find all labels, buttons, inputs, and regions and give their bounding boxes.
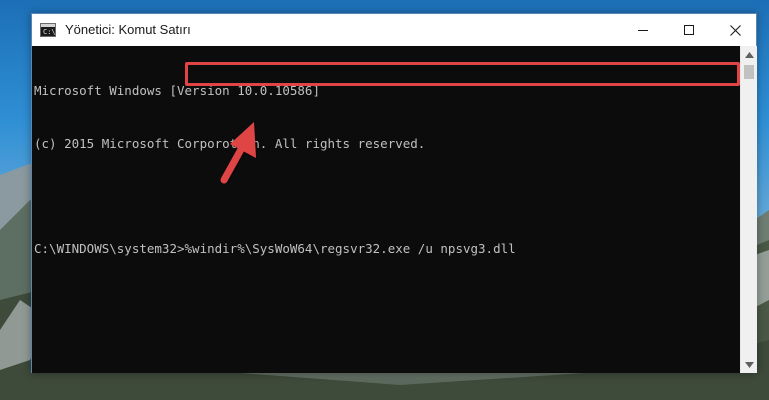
- console-line-copyright: (c) 2015 Microsoft Corporotion. All righ…: [34, 135, 426, 151]
- console-output[interactable]: Microsoft Windows [Version 10.0.10586] (…: [32, 46, 740, 373]
- maximize-icon: [684, 25, 694, 35]
- chevron-down-icon: [745, 361, 754, 368]
- pointer-arrow-icon: [220, 122, 256, 184]
- scroll-up-button[interactable]: [741, 46, 758, 63]
- minimize-icon: [638, 30, 648, 31]
- command-prompt-window[interactable]: C:\. Yönetici: Komut Satırı Microsoft Wi…: [31, 13, 757, 373]
- maximize-button[interactable]: [666, 14, 712, 46]
- close-button[interactable]: [712, 14, 758, 46]
- console-prompt: C:\WINDOWS\system32>: [34, 240, 185, 256]
- console-command[interactable]: %windir%\SysWoW64\regsvr32.exe /u npsvg3…: [185, 241, 516, 256]
- scroll-down-button[interactable]: [741, 356, 758, 373]
- close-icon: [729, 24, 741, 36]
- command-line[interactable]: C:\WINDOWS\system32>%windir%\SysWoW64\re…: [34, 240, 740, 258]
- title-bar[interactable]: C:\. Yönetici: Komut Satırı: [32, 14, 756, 46]
- vertical-scrollbar[interactable]: [740, 46, 757, 373]
- command-highlight-box: [185, 62, 740, 86]
- cmd-icon: C:\.: [40, 23, 60, 37]
- cmd-icon-glyph: C:\.: [43, 28, 60, 36]
- window-title: Yönetici: Komut Satırı: [65, 22, 191, 37]
- minimize-button[interactable]: [620, 14, 666, 46]
- chevron-up-icon: [745, 51, 754, 58]
- scroll-thumb[interactable]: [744, 65, 754, 79]
